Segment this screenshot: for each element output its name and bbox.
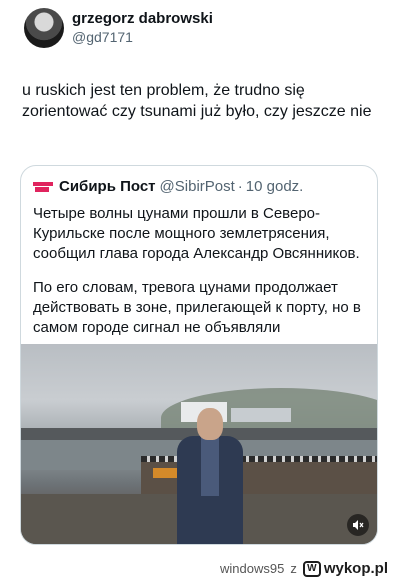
quoted-paragraph-1: Четыре волны цунами прошли в Северо-Кури… (33, 205, 360, 262)
quoted-tweet-text: Четыре волны цунами прошли в Северо-Кури… (33, 204, 371, 352)
port-building-2 (231, 408, 291, 422)
quoted-paragraph-2: По его словам, тревога цунами продолжает… (33, 279, 361, 336)
person-head (197, 408, 223, 440)
person-shirt (201, 436, 219, 496)
quoted-timestamp[interactable]: 10 godz. (246, 178, 304, 195)
quoted-source-handle[interactable]: @SibirPost (160, 178, 235, 195)
speaker-muted-icon-glyph (353, 520, 364, 530)
footer-username: windows95 (219, 561, 285, 576)
header-separator: · (237, 178, 243, 195)
wykop-logo-icon: W (302, 560, 321, 577)
author-display-name[interactable]: grzegorz dabrowski (72, 10, 213, 28)
footer-site: wykop.pl (323, 560, 388, 577)
author-handle[interactable]: @gd7171 (72, 28, 213, 46)
avatar[interactable] (24, 8, 64, 48)
quoted-tweet-card[interactable]: Сибирь Пост @SibirPost · 10 godz. Четыре… (20, 165, 378, 545)
sibirpost-logo-icon (33, 180, 53, 193)
author-names: grzegorz dabrowski @gd7171 (72, 10, 213, 46)
wykop-logo: W wykop.pl (302, 560, 388, 577)
footer-separator: z (290, 561, 297, 576)
speaker-muted-icon[interactable] (347, 514, 369, 536)
quoted-source-name[interactable]: Сибирь Пост (59, 178, 156, 195)
quoted-video-thumbnail[interactable] (21, 344, 377, 544)
watermark-footer: windows95 z W wykop.pl (220, 560, 388, 577)
tweet-text: u ruskich jest ten problem, że trudno si… (22, 82, 372, 120)
quoted-tweet-header: Сибирь Пост @SibirPost · 10 godz. (33, 178, 303, 195)
tweet-author-header: grzegorz dabrowski @gd7171 (24, 8, 213, 48)
